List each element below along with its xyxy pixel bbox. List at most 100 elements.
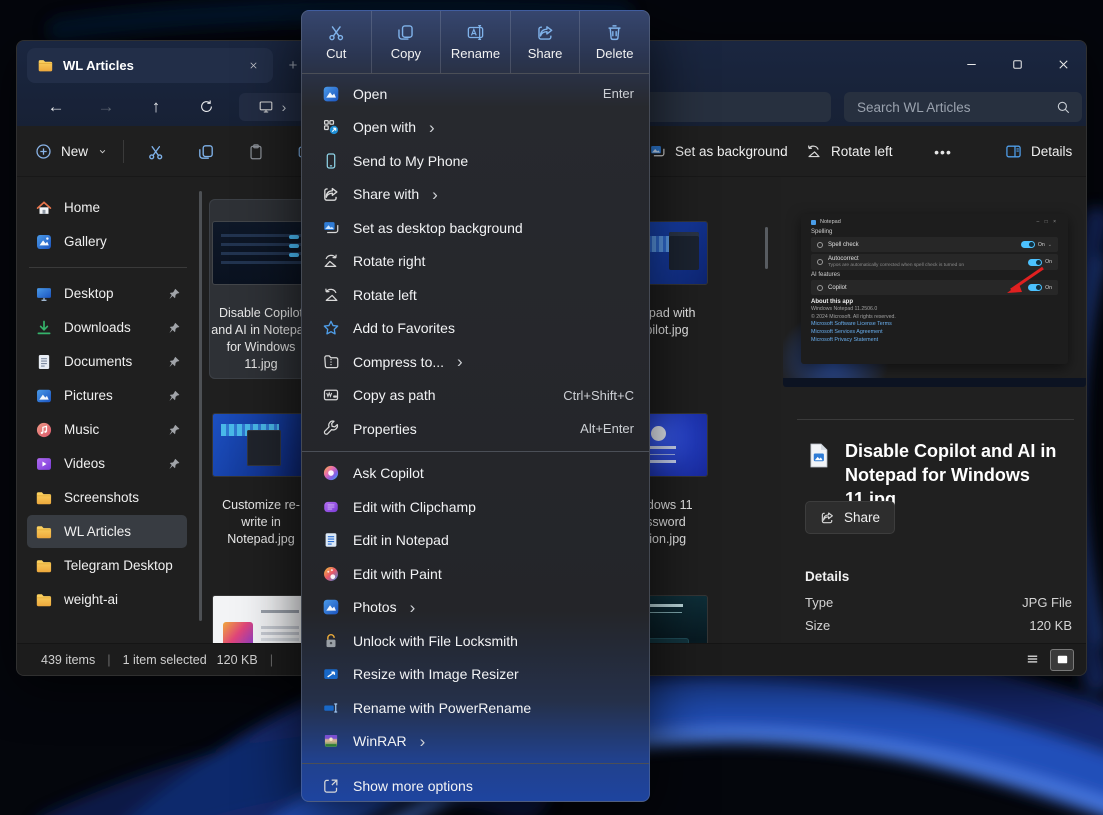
maximize-button[interactable]: [994, 41, 1040, 87]
share-icon: [820, 510, 835, 525]
set-as-background-button[interactable]: Set as background: [649, 126, 788, 177]
search-input[interactable]: [844, 100, 1056, 115]
sidebar-item-desktop[interactable]: Desktop: [27, 277, 187, 310]
sidebar-item-weight-ai[interactable]: weight-ai: [27, 583, 187, 616]
copy-button[interactable]: [185, 126, 227, 177]
quick-action-icon: [396, 23, 415, 42]
context-menu-item-copy-as-path[interactable]: Copy as path Ctrl+Shift+C: [302, 379, 649, 413]
context-menu-item-send-to-my-phone[interactable]: Send to My Phone: [302, 144, 649, 178]
close-button[interactable]: [1040, 41, 1086, 87]
quick-action-icon: [605, 23, 624, 42]
menu-item-icon: [322, 632, 340, 650]
menu-item-label: Edit in Notepad: [353, 532, 449, 548]
context-menu-item-resize-with-image-resizer[interactable]: Resize with Image Resizer: [302, 658, 649, 692]
sidebar-item-videos[interactable]: Videos: [27, 447, 187, 480]
menu-item-icon: [322, 185, 340, 203]
context-menu-item-ask-copilot[interactable]: Ask Copilot: [302, 457, 649, 491]
quick-action-rename[interactable]: Rename: [441, 11, 511, 73]
context-menu-item-add-to-favorites[interactable]: Add to Favorites: [302, 312, 649, 346]
toolbar-divider: [123, 140, 124, 163]
context-menu-item-open-with[interactable]: Open with ›: [302, 111, 649, 145]
share-button[interactable]: Share: [805, 501, 895, 534]
context-menu-item-open[interactable]: Open Enter: [302, 77, 649, 111]
menu-item-label: Rotate right: [353, 253, 425, 269]
sidebar-item-gallery[interactable]: Gallery: [27, 225, 187, 258]
sidebar-item-wl-articles[interactable]: WL Articles: [27, 515, 187, 548]
context-menu-item-edit-in-notepad[interactable]: Edit in Notepad: [302, 524, 649, 558]
preview-window-controls: – □ ×: [1037, 219, 1059, 225]
menu-item-icon: [322, 252, 340, 270]
quick-action-share[interactable]: Share: [511, 11, 581, 73]
quick-action-copy[interactable]: Copy: [372, 11, 442, 73]
quick-action-label: Copy: [391, 46, 421, 61]
paste-button[interactable]: [235, 126, 277, 177]
wallpaper-icon: [649, 143, 666, 160]
refresh-button[interactable]: [189, 87, 223, 126]
context-menu-item-edit-with-clipchamp[interactable]: Edit with Clipchamp: [302, 490, 649, 524]
panel-divider: [797, 419, 1074, 420]
sidebar-item-pictures[interactable]: Pictures: [27, 379, 187, 412]
chevron-right-icon: ›: [457, 353, 463, 370]
new-button[interactable]: New: [35, 126, 108, 177]
sidebar-item-music[interactable]: Music: [27, 413, 187, 446]
thumbnail-view-button[interactable]: [1050, 649, 1074, 671]
details-toggle-button[interactable]: Details: [1005, 126, 1072, 177]
file-grid-scrollbar[interactable]: [765, 227, 768, 269]
context-menu-item-properties[interactable]: Properties Alt+Enter: [302, 412, 649, 446]
context-menu-item-compress-to[interactable]: Compress to... ›: [302, 345, 649, 379]
sidebar-item-telegram-desktop[interactable]: Telegram Desktop: [27, 549, 187, 582]
menu-item-icon: [322, 565, 340, 583]
pin-icon: [167, 457, 181, 471]
rotate-left-button[interactable]: Rotate left: [805, 126, 893, 177]
quick-action-cut[interactable]: Cut: [302, 11, 372, 73]
minimize-button[interactable]: [948, 41, 994, 87]
context-menu-item-rename-with-powerrename[interactable]: Rename with PowerRename: [302, 691, 649, 725]
file-tile-customize-re-write-in-notepad-jpg[interactable]: Customize re-write in Notepad.jpg: [209, 391, 313, 554]
menu-item-label: Edit with Paint: [353, 566, 442, 582]
preview-about-heading: About this app: [811, 299, 1058, 305]
tab-close-icon[interactable]: [243, 56, 263, 76]
context-menu-item-edit-with-paint[interactable]: Edit with Paint: [302, 557, 649, 591]
menu-item-icon: [322, 464, 340, 482]
preview-autocorrect-label: Autocorrect: [828, 256, 964, 262]
preview-spell-check-row: Spell check On ⌄: [811, 237, 1058, 252]
divider: [302, 763, 649, 764]
context-menu-item-unlock-with-file-locksmith[interactable]: Unlock with File Locksmith: [302, 624, 649, 658]
context-menu-item-rotate-left[interactable]: Rotate left: [302, 278, 649, 312]
status-divider: |: [270, 652, 273, 667]
sidebar-item-documents[interactable]: Documents: [27, 345, 187, 378]
explorer-tab[interactable]: WL Articles: [27, 48, 273, 83]
sidebar-item-home[interactable]: Home: [27, 191, 187, 224]
breadcrumb[interactable]: ›: [239, 93, 305, 121]
sidebar-scrollbar[interactable]: [199, 191, 202, 621]
preview-row-icon: [817, 259, 823, 265]
quick-action-delete[interactable]: Delete: [580, 11, 649, 73]
context-menu-item-show-more-options[interactable]: Show more options: [302, 769, 649, 802]
menu-item-label: Resize with Image Resizer: [353, 666, 519, 682]
back-button[interactable]: ←: [39, 87, 73, 126]
menu-item-label: Properties: [353, 421, 417, 437]
preview-row-icon: [817, 285, 823, 291]
sidebar-item-screenshots[interactable]: Screenshots: [27, 481, 187, 514]
divider: [302, 451, 649, 452]
sidebar-item-icon: [35, 353, 53, 371]
up-button[interactable]: ↑: [139, 87, 173, 126]
context-menu-item-rotate-right[interactable]: Rotate right: [302, 245, 649, 279]
breadcrumb-chevron-icon: ›: [282, 99, 287, 115]
sidebar-item-downloads[interactable]: Downloads: [27, 311, 187, 344]
chevron-right-icon: ›: [420, 733, 426, 750]
list-view-button[interactable]: [1020, 649, 1044, 671]
menu-item-label: Send to My Phone: [353, 153, 468, 169]
preview-notepad-window: Notepad – □ × Spelling Spell check On ⌄ …: [801, 214, 1068, 364]
cut-button[interactable]: [135, 126, 177, 177]
see-more-button[interactable]: •••: [923, 126, 963, 177]
context-menu-item-set-as-desktop-background[interactable]: Set as desktop background: [302, 211, 649, 245]
new-tab-button[interactable]: +: [285, 57, 301, 74]
menu-item-icon: [322, 498, 340, 516]
sidebar-item-icon: [35, 199, 53, 217]
sidebar-item-label: Telegram Desktop: [64, 558, 173, 573]
context-menu-item-winrar[interactable]: WinRAR ›: [302, 725, 649, 759]
context-menu-item-photos[interactable]: Photos ›: [302, 591, 649, 625]
file-tile-disable-copilot-and-ai-in-notepad-for-wind[interactable]: Disable Copilot and AI in Notepad for Wi…: [209, 199, 313, 379]
context-menu-item-share-with[interactable]: Share with ›: [302, 178, 649, 212]
